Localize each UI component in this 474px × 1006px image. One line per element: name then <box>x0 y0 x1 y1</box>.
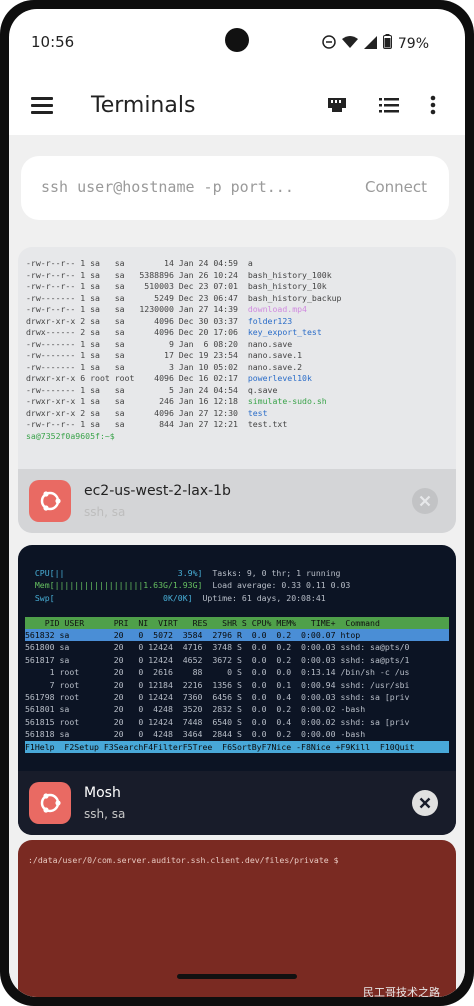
front-camera <box>225 28 249 52</box>
connect-button[interactable]: Connect <box>365 178 427 196</box>
table-row: 561800 sa 20 0 12424 4716 3748 S 0.0 0.2… <box>25 642 410 653</box>
table-row: 561817 sa 20 0 12424 4652 3672 S 0.0 0.2… <box>25 654 410 665</box>
watermark-text: 民工哥技术之路 <box>363 986 440 997</box>
terminal-prompt: sa@7352f0a9605f:~$ <box>26 430 115 441</box>
page-title: Terminals <box>91 93 196 118</box>
session-footer: Mosh ssh, sa <box>18 771 456 835</box>
phone-frame: 10:56 79% Terminals ssh user@hostname -p… <box>0 0 474 1006</box>
terminal-line: drwxr-xr-x 2 sa sa 4096 Jan 27 12:30 tes… <box>26 407 268 418</box>
signal-icon <box>363 34 377 53</box>
table-row: 1 root 20 0 2616 88 0 S 0.0 0.0 0:13.14 … <box>25 667 410 678</box>
port-forwarding-icon[interactable] <box>327 97 347 117</box>
terminals-list: ssh user@hostname -p port... Connect -rw… <box>9 135 465 997</box>
terminal-line: -rw------- 1 sa sa 5 Jan 24 04:54 q.save <box>26 384 278 395</box>
session-subtitle: ssh, sa <box>84 807 126 821</box>
session-footer: ec2-us-west-2-lax-1b ssh, sa <box>18 469 456 533</box>
status-bar: 10:56 79% <box>9 9 465 69</box>
table-row: 7 root 20 0 12184 2216 1356 S 0.0 0.1 0:… <box>25 679 410 690</box>
table-row: 561818 sa 20 0 4248 3464 2844 S 0.0 0.2 … <box>25 729 366 740</box>
session-subtitle: ssh, sa <box>84 505 126 519</box>
battery-percent: 79% <box>397 35 429 52</box>
table-row: 561832 sa 20 0 5072 3584 2796 R 0.0 0.2 … <box>25 629 449 642</box>
terminal-line: -rw------- 1 sa sa 9 Jan 6 08:20 nano.sa… <box>26 338 293 349</box>
close-session-button[interactable] <box>412 790 438 816</box>
table-row: 561815 root 20 0 12424 7448 6540 S 0.0 0… <box>25 716 410 727</box>
terminal-line: -rw-r--r-- 1 sa sa 5388896 Jan 26 10:24 … <box>26 269 332 280</box>
htop-summary: Mem[||||||||||||||||||1.63G/1.93G] Load … <box>25 580 351 591</box>
hamburger-menu-icon[interactable] <box>31 97 53 114</box>
screen: 10:56 79% Terminals ssh user@hostname -p… <box>9 9 465 997</box>
htop-function-keys: F1Help F2Setup F3SearchF4FilterF5Tree F6… <box>25 740 449 754</box>
ubuntu-logo-icon <box>29 782 71 824</box>
quick-connect-input[interactable]: ssh user@hostname -p port... <box>41 178 294 196</box>
htop-summary: Swp[ 0K/0K] Uptime: 61 days, 20:08:41 <box>25 592 326 603</box>
session-name: Mosh <box>84 785 121 801</box>
terminal-line: -rw-r--r-- 1 sa sa 1230000 Jan 27 14:39 … <box>26 304 307 314</box>
terminal-line: -rw------- 1 sa sa 5249 Dec 23 06:47 bas… <box>26 292 342 303</box>
session-card-ec2[interactable]: -rw-r--r-- 1 sa sa 14 Jan 24 04:59 a -rw-… <box>18 247 456 533</box>
terminal-line: -rw------- 1 sa sa 17 Dec 19 23:54 nano.… <box>26 350 303 360</box>
session-card-mosh[interactable]: CPU[|| 3.9%] Tasks: 9, 0 thr; 1 running … <box>18 545 456 835</box>
battery-icon <box>382 34 392 53</box>
terminal-line: -rw-r--r-- 1 sa sa 14 Jan 24 04:59 a <box>26 258 253 268</box>
terminal-line: -rw-r--r-- 1 sa sa 510003 Dec 23 07:01 b… <box>26 281 327 291</box>
table-row: 561798 root 20 0 12424 7360 6456 S 0.0 0… <box>25 692 410 703</box>
status-time: 10:56 <box>31 33 75 51</box>
gesture-nav-bar[interactable] <box>177 974 297 979</box>
htop-summary: CPU[|| 3.9%] Tasks: 9, 0 thr; 1 running <box>25 568 341 578</box>
terminal-preview: -rw-r--r-- 1 sa sa 14 Jan 24 04:59 a -rw-… <box>26 258 342 442</box>
terminal-line: drwxr-xr-x 2 sa sa 4096 Dec 30 03:37 fol… <box>26 315 293 326</box>
list-view-icon[interactable] <box>379 97 399 117</box>
terminal-line: -rwxr-xr-x 1 sa sa 246 Jan 16 12:18 simu… <box>26 396 327 406</box>
htop-header: PID USER PRI NI VIRT RES SHR S CPU% MEM%… <box>25 616 449 630</box>
terminal-prompt: :/data/user/0/com.server.auditor.ssh.cli… <box>28 855 339 865</box>
terminal-line: -rw------- 1 sa sa 3 Jan 10 05:02 nano.s… <box>26 361 303 372</box>
terminal-line: drwx------ 2 sa sa 4096 Dec 20 17:06 key… <box>26 327 322 337</box>
htop-preview: CPU[|| 3.9%] Tasks: 9, 0 thr; 1 running … <box>25 567 449 754</box>
terminal-line: -rw-r--r-- 1 sa sa 844 Jan 27 12:21 test… <box>26 419 288 429</box>
close-session-button[interactable] <box>412 488 438 514</box>
dnd-icon <box>322 34 336 53</box>
table-row: 561801 sa 20 0 4248 3520 2832 S 0.0 0.2 … <box>25 704 366 715</box>
wifi-icon <box>341 34 358 53</box>
terminal-line: drwxr-xr-x 6 root root 4096 Dec 16 02:17… <box>26 373 312 383</box>
more-vert-icon[interactable] <box>430 95 436 119</box>
ubuntu-logo-icon <box>29 480 71 522</box>
session-name: ec2-us-west-2-lax-1b <box>84 483 231 499</box>
status-icons: 79% <box>322 34 429 53</box>
quick-connect-bar: ssh user@hostname -p port... Connect <box>21 156 449 220</box>
app-bar: Terminals <box>9 69 465 135</box>
